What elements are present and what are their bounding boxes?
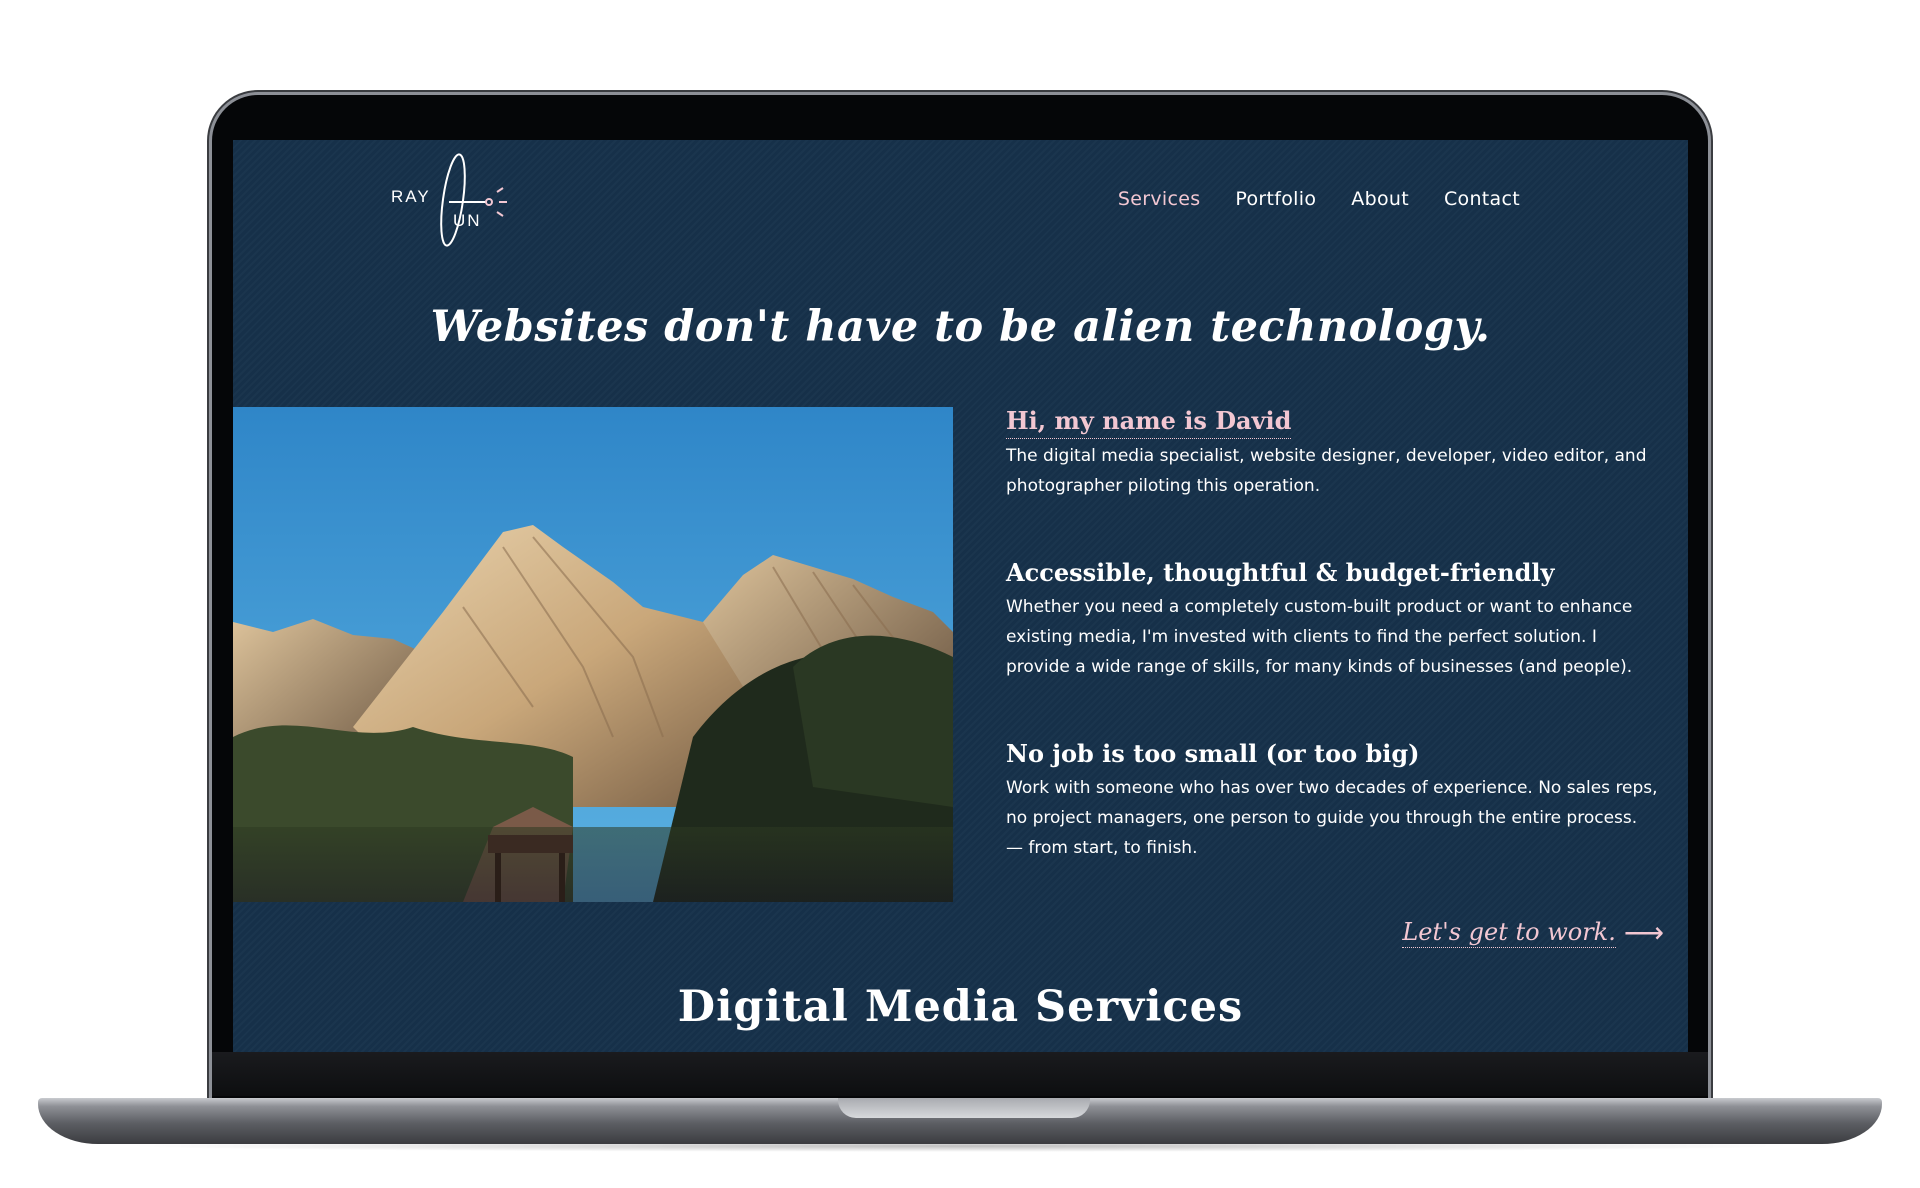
raygun-logo[interactable]: RAY UN (391, 150, 521, 250)
nav-link-services[interactable]: Services (1118, 188, 1201, 210)
hero-photo (233, 407, 953, 902)
hero-headline: Websites don't have to be alien technolo… (430, 302, 1491, 352)
intro-block-accessible: Accessible, thoughtful & budget-friendly… (1006, 556, 1666, 682)
website-screen: RAY UN Services Portfolio About Contact … (233, 140, 1688, 1052)
job-size-text-extra: — from start, to finish. (1006, 838, 1198, 858)
cta-link[interactable]: Let's get to work. ⟶ (1402, 918, 1664, 948)
intro-block-greeting: Hi, my name is David The digital media s… (1006, 404, 1666, 501)
accessible-title: Accessible, thoughtful & budget-friendly (1006, 558, 1555, 587)
main-nav: Services Portfolio About Contact (1118, 188, 1520, 210)
job-size-title: No job is too small (or too big) (1006, 739, 1420, 768)
greeting-text: The digital media specialist, website de… (1006, 446, 1647, 496)
logo-text-bottom: UN (453, 211, 482, 230)
laptop-notch (838, 1098, 1090, 1118)
nav-link-about[interactable]: About (1351, 188, 1409, 210)
laptop-hinge (212, 1052, 1708, 1096)
nav-link-contact[interactable]: Contact (1444, 188, 1520, 210)
cta-label: Let's get to work. (1402, 918, 1616, 948)
greeting-title-link[interactable]: Hi, my name is David (1006, 404, 1292, 439)
logo-text-top: RAY (391, 187, 431, 206)
accessible-text: Whether you need a completely custom-bui… (1006, 597, 1633, 677)
arrow-right-icon: ⟶ (1623, 917, 1664, 948)
intro-block-job-size: No job is too small (or too big) Work wi… (1006, 737, 1666, 863)
job-size-text: Work with someone who has over two decad… (1006, 778, 1658, 828)
services-section-title: Digital Media Services (677, 982, 1244, 1032)
nav-link-portfolio[interactable]: Portfolio (1235, 188, 1316, 210)
